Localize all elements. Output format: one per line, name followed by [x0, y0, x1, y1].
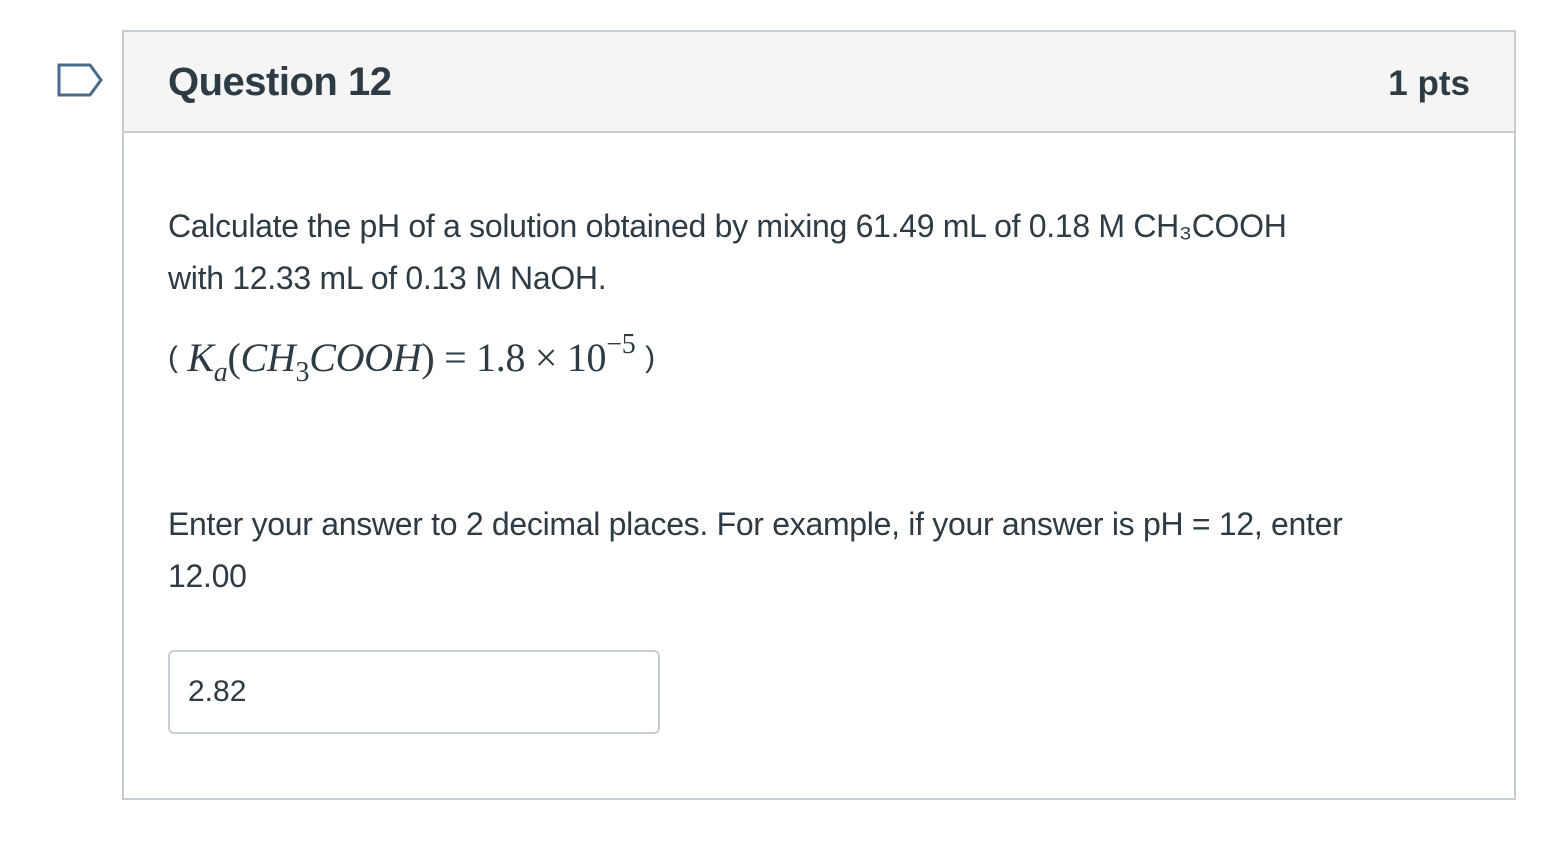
answer-instruction: Enter your answer to 2 decimal places. F…	[168, 498, 1468, 602]
question-text-line: with 12.33 mL of 0.13 M NaOH.	[168, 260, 607, 296]
instruction-line: 12.00	[168, 558, 247, 594]
formula-exponent: −5	[606, 329, 636, 360]
formula-species-left: CH	[240, 335, 296, 380]
formula-k: K	[187, 335, 214, 380]
question-points: 1 pts	[1388, 64, 1470, 103]
formula-species-subscript: 3	[295, 357, 310, 388]
formula-times: ×	[534, 335, 558, 380]
formula-k-subscript: a	[213, 357, 228, 388]
instruction-line: Enter your answer to 2 decimal places. F…	[168, 506, 1343, 542]
formula-close-paren: )	[645, 341, 655, 374]
question-text: Calculate the pH of a solution obtained …	[168, 200, 1468, 388]
formula-species-right: COOH	[309, 335, 422, 380]
formula-rparen: )	[421, 335, 435, 380]
formula-base: 10	[566, 335, 607, 380]
flag-question-icon[interactable]	[56, 62, 104, 98]
formula-coefficient: 1.8	[476, 335, 526, 380]
question-header: Question 12 1 pts	[124, 32, 1514, 133]
question-card: Question 12 1 pts Calculate the pH of a …	[122, 30, 1516, 800]
ka-formula: ( Ka(CH3COOH) = 1.8 × 10−5 )	[168, 328, 1468, 388]
answer-input[interactable]	[168, 650, 660, 734]
formula-equals: =	[444, 335, 467, 380]
formula-lparen: (	[227, 335, 241, 380]
formula-open-paren: (	[168, 341, 178, 374]
question-text-line: Calculate the pH of a solution obtained …	[168, 208, 1287, 244]
question-title: Question 12	[168, 60, 392, 104]
